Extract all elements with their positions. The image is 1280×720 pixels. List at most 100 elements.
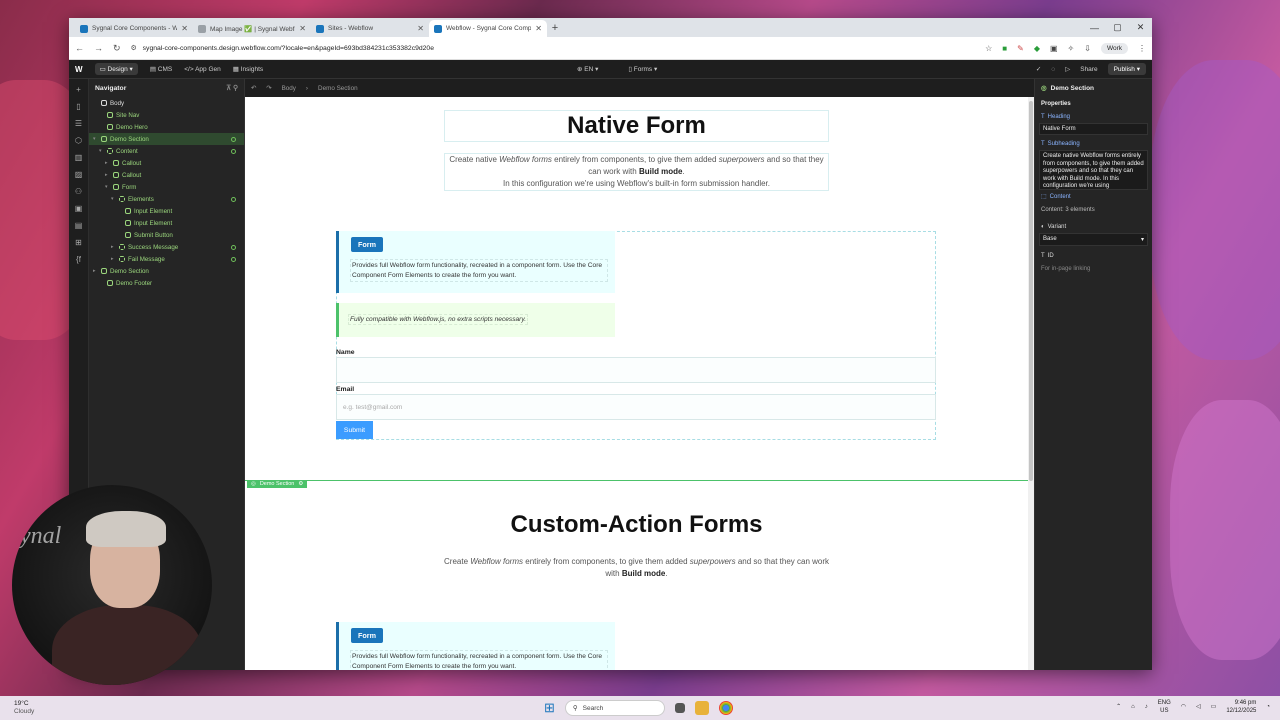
new-tab-icon[interactable]: + (547, 22, 563, 34)
chevron-down-icon[interactable]: ▾ (99, 148, 104, 154)
weather-widget[interactable]: 19°C Cloudy (14, 700, 34, 716)
windows-start-icon[interactable]: ⊞ (544, 700, 555, 716)
back-icon[interactable]: ← (75, 43, 84, 53)
variant-select[interactable]: Base ▾ (1039, 233, 1148, 246)
tree-node[interactable]: ▸ Fail Message (89, 253, 244, 265)
custom-forms-subheading[interactable]: Create Webflow forms entirely from compo… (444, 556, 829, 580)
microphone-icon[interactable]: ♪ (1145, 703, 1148, 711)
tree-node[interactable]: ▾ Elements (89, 193, 244, 205)
check-icon[interactable]: ✓ (1036, 65, 1041, 73)
tree-node[interactable]: ▸ Demo Section (89, 265, 244, 277)
bookmark-star-icon[interactable]: ☆ (985, 44, 992, 53)
add-icon[interactable]: + (76, 85, 81, 94)
breadcrumb-body[interactable]: Body (282, 85, 296, 92)
design-mode-button[interactable]: ▭ Design ▾ (94, 63, 138, 75)
native-form-subheading[interactable]: Create native Webflow forms entirely fro… (444, 153, 829, 191)
minimize-icon[interactable]: — (1083, 18, 1106, 37)
tree-node[interactable]: Input Element (89, 205, 244, 217)
code-icon[interactable]: {f (76, 255, 81, 264)
pages-icon[interactable]: ▯ (76, 102, 80, 111)
cms-icon[interactable]: ▥ (75, 153, 83, 162)
locale-dropdown[interactable]: ⊕ EN ▾ (577, 65, 598, 73)
file-explorer-icon[interactable] (694, 701, 709, 715)
components-icon[interactable]: ⬡ (75, 136, 82, 145)
wifi-icon[interactable]: ◠ (1181, 703, 1186, 711)
profile-button[interactable]: Work (1100, 42, 1128, 54)
menu-icon[interactable]: ⋮ (1138, 44, 1146, 53)
tree-node[interactable]: ▸ Callout (89, 169, 244, 181)
comment-icon[interactable]: ◌ (1051, 66, 1055, 73)
close-icon[interactable]: ✕ (417, 24, 424, 33)
undo-icon[interactable]: ↶ (251, 85, 256, 92)
extension-icon[interactable]: ■ (1002, 44, 1007, 53)
tree-node[interactable]: Demo Footer (89, 277, 244, 289)
chevron-right-icon[interactable]: ▸ (111, 244, 116, 250)
taskbar-search[interactable]: ⚲ Search (564, 700, 665, 716)
chevron-down-icon[interactable]: ▾ (105, 184, 110, 190)
chevron-right-icon[interactable]: ▸ (105, 172, 110, 178)
breadcrumb-section[interactable]: Demo Section (318, 85, 358, 92)
chevron-down-icon[interactable]: ▾ (93, 136, 98, 142)
close-icon[interactable]: ✕ (181, 24, 188, 33)
reload-icon[interactable]: ↻ (113, 43, 121, 54)
navigator-icon[interactable]: ☰ (75, 119, 82, 128)
tree-node[interactable]: ▸ Callout (89, 157, 244, 169)
battery-icon[interactable]: ▭ (1211, 703, 1217, 711)
chevron-right-icon[interactable]: ▸ (111, 256, 116, 262)
chrome-icon[interactable] (718, 701, 733, 715)
content-value[interactable]: Content: 3 elements (1035, 203, 1152, 216)
close-window-icon[interactable]: ✕ (1129, 18, 1152, 37)
demo-section-tag[interactable]: ◎ Demo Section ⚙ (247, 480, 308, 488)
apps-icon[interactable]: ⚇ (75, 187, 82, 196)
email-input[interactable]: e.g. test@gmail.com (336, 394, 936, 420)
chevron-down-icon[interactable]: ▾ (111, 196, 116, 202)
close-icon[interactable]: ✕ (535, 24, 542, 33)
callout[interactable]: Form Provides full Webflow form function… (336, 231, 615, 293)
tree-node[interactable]: Submit Button (89, 229, 244, 241)
share-button[interactable]: Share (1080, 66, 1097, 73)
extension-icon[interactable]: ▣ (1050, 44, 1058, 53)
tree-node-selected[interactable]: ▾ Demo Section (89, 133, 244, 145)
url-field[interactable]: ⚙ sygnal-core-components.design.webflow.… (131, 44, 976, 53)
pin-icon[interactable]: ⊼ ⚲ (226, 84, 238, 92)
tree-node[interactable]: Demo Hero (89, 121, 244, 133)
submit-button[interactable]: Submit (336, 421, 373, 439)
forward-icon[interactable]: → (94, 43, 103, 53)
chevron-up-icon[interactable]: ⌃ (1116, 703, 1121, 711)
edit-icon[interactable]: ⚙ (298, 481, 303, 487)
extension-icon[interactable]: ✎ (1017, 44, 1024, 53)
media-icon[interactable]: ▣ (75, 204, 83, 213)
assets-icon[interactable]: ▨ (75, 170, 83, 179)
tree-node[interactable]: Input Element (89, 217, 244, 229)
browser-tab[interactable]: Map Image ✅ | Sygnal Webflo ✕ (193, 20, 311, 37)
extension-icon[interactable]: ◆ (1034, 44, 1040, 53)
chevron-right-icon[interactable]: ▸ (93, 268, 98, 274)
chevron-right-icon[interactable]: ▸ (105, 160, 110, 166)
tree-node[interactable]: ▾ Form (89, 181, 244, 193)
name-input[interactable] (336, 357, 936, 383)
volume-icon[interactable]: ◁ (1196, 703, 1201, 711)
heading-prop-input[interactable]: Native Form (1039, 123, 1148, 135)
publish-button[interactable]: Publish ▾ (1107, 63, 1146, 75)
puzzle-icon[interactable]: ✧ (1068, 44, 1075, 53)
page-dropdown[interactable]: ▯ Forms ▾ (628, 65, 657, 73)
close-icon[interactable]: ✕ (299, 24, 306, 33)
native-form-title[interactable]: Native Form (445, 111, 828, 141)
notification-icon[interactable]: ◔ (1266, 703, 1270, 711)
custom-forms-title[interactable]: Custom-Action Forms (245, 511, 1028, 539)
language-indicator[interactable]: ENG US (1158, 699, 1171, 715)
tree-node[interactable]: ▾ Content (89, 145, 244, 157)
cms-button[interactable]: ▤ CMS (150, 65, 172, 73)
task-view-icon[interactable] (674, 703, 685, 713)
tree-node[interactable]: ▸ Success Message (89, 241, 244, 253)
downloads-icon[interactable]: ⇩ (1084, 44, 1091, 53)
library-icon[interactable]: ▤ (75, 221, 83, 230)
variables-icon[interactable]: ⊞ (75, 238, 82, 247)
id-input[interactable]: For in-page linking (1035, 262, 1152, 275)
callout[interactable]: Form Provides full Webflow form function… (336, 622, 615, 670)
browser-tab-active[interactable]: Webflow - Sygnal Core Comp ✕ (429, 20, 547, 37)
app-gen-button[interactable]: </> App Gen (184, 66, 221, 73)
redo-icon[interactable]: ↷ (266, 85, 271, 92)
tree-node[interactable]: Site Nav (89, 109, 244, 121)
browser-tab[interactable]: Sites - Webflow ✕ (311, 20, 429, 37)
